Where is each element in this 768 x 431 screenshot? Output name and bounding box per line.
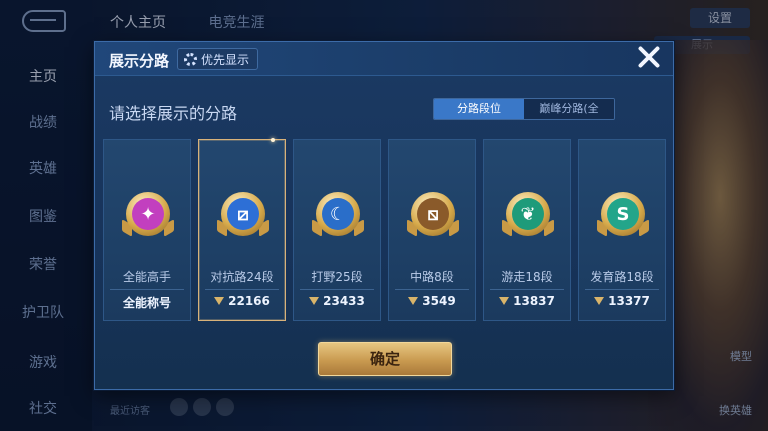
lane-card-roam[interactable]: ❦ 游走18段 13837 bbox=[483, 139, 571, 321]
divider bbox=[395, 289, 469, 290]
clash-lane-badge-icon: ⧄ bbox=[217, 192, 269, 237]
priority-display-button[interactable]: 优先显示 bbox=[177, 48, 259, 70]
lane-card-farm[interactable]: S 发育路18段 13377 bbox=[578, 139, 666, 321]
divider bbox=[205, 289, 279, 290]
score-icon bbox=[594, 296, 605, 306]
lane-display-dialog: 展示分路 优先显示 请选择展示的分路 分路段位 巅峰分路(全国) ✦ 全能高手 … bbox=[94, 41, 674, 390]
score-icon bbox=[309, 296, 320, 306]
divider bbox=[110, 289, 184, 290]
lane-card-value: 全能称号 bbox=[104, 294, 190, 311]
roam-badge-icon: ❦ bbox=[502, 192, 554, 237]
lane-card-value-text: 23433 bbox=[323, 294, 365, 308]
lane-card-title: 全能高手 bbox=[122, 270, 171, 284]
lane-card-title: 中路8段 bbox=[410, 270, 454, 284]
dialog-subtitle: 请选择展示的分路 bbox=[109, 104, 238, 123]
lane-card-title: 发育路18段 bbox=[590, 270, 654, 284]
lane-card-value-text: 全能称号 bbox=[122, 296, 171, 310]
lane-card-clash[interactable]: ⧄ 对抗路24段 22166 bbox=[198, 138, 286, 321]
lane-cards: ✦ 全能高手 全能称号 ⧄ 对抗路24段 22166 ☾ 打野25段 23433… bbox=[103, 138, 666, 321]
tab-lane-rank[interactable]: 分路段位 bbox=[434, 99, 524, 119]
dialog-title: 展示分路 bbox=[109, 52, 170, 70]
lane-mode-toggle: 分路段位 巅峰分路(全国) bbox=[433, 98, 615, 120]
lane-card-value-text: 13377 bbox=[608, 294, 650, 308]
allround-badge-icon: ✦ bbox=[122, 192, 174, 237]
lane-card-value-text: 3549 bbox=[422, 294, 456, 308]
divider bbox=[490, 289, 564, 290]
lane-card-value: 3549 bbox=[389, 294, 475, 308]
lane-card-title: 游走18段 bbox=[501, 270, 553, 284]
dialog-header: 展示分路 优先显示 bbox=[95, 42, 673, 76]
confirm-button[interactable]: 确定 bbox=[318, 342, 452, 376]
divider bbox=[300, 289, 374, 290]
close-icon[interactable] bbox=[636, 44, 662, 70]
score-icon bbox=[408, 296, 419, 306]
jungle-badge-icon: ☾ bbox=[312, 192, 364, 237]
gear-icon bbox=[184, 52, 197, 66]
lane-card-allround[interactable]: ✦ 全能高手 全能称号 bbox=[103, 139, 191, 321]
lane-card-mid[interactable]: ⧅ 中路8段 3549 bbox=[388, 139, 476, 321]
lane-card-value: 23433 bbox=[294, 294, 380, 308]
lane-card-jungle[interactable]: ☾ 打野25段 23433 bbox=[293, 139, 381, 321]
lane-card-value: 13837 bbox=[484, 294, 570, 308]
score-icon bbox=[499, 296, 510, 306]
divider bbox=[585, 289, 659, 290]
tab-peak-lane[interactable]: 巅峰分路(全国) bbox=[524, 99, 614, 119]
score-icon bbox=[214, 296, 225, 306]
lane-card-title: 对抗路24段 bbox=[210, 270, 274, 284]
farm-lane-badge-icon: S bbox=[597, 192, 649, 237]
lane-card-value-text: 22166 bbox=[228, 294, 270, 308]
lane-card-value-text: 13837 bbox=[513, 294, 555, 308]
lane-card-title: 打野25段 bbox=[311, 270, 363, 284]
selection-glow bbox=[271, 138, 275, 142]
lane-card-value: 13377 bbox=[579, 294, 665, 308]
mid-lane-badge-icon: ⧅ bbox=[407, 192, 459, 237]
priority-display-label: 优先显示 bbox=[201, 52, 250, 67]
lane-card-value: 22166 bbox=[199, 294, 285, 308]
